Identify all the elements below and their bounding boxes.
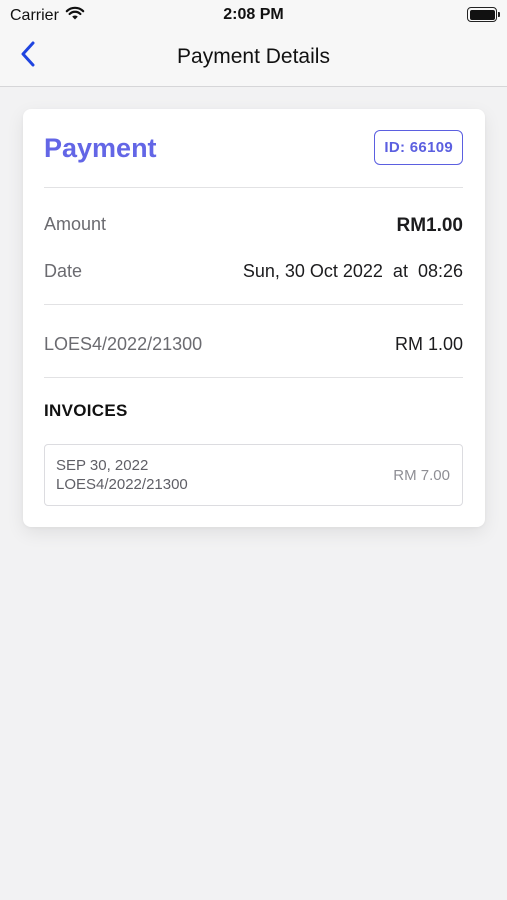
payment-card: Payment ID: 66109 Amount RM1.00 Date Sun…	[23, 109, 485, 527]
divider	[44, 377, 463, 378]
payment-reference-amount: RM 1.00	[394, 334, 463, 354]
payment-id-badge: ID: 66109	[374, 130, 463, 165]
invoices-heading: INVOICES	[44, 401, 128, 420]
page-title: Payment Details	[177, 45, 330, 68]
payment-title: Payment	[44, 133, 157, 163]
date-value: Sun, 30 Oct 2022 at 08:26	[242, 261, 463, 281]
amount-value: RM1.00	[396, 215, 463, 236]
divider	[44, 304, 463, 305]
invoice-reference: LOES4/2022/21300	[56, 476, 188, 493]
invoice-date: SEP 30, 2022	[56, 457, 149, 474]
status-bar: Carrier 2:08 PM	[0, 0, 507, 30]
payment-reference: LOES4/2022/21300	[44, 334, 203, 354]
divider	[44, 187, 463, 188]
amount-label: Amount	[44, 214, 107, 234]
date-label: Date	[44, 261, 83, 281]
status-time: 2:08 PM	[223, 6, 284, 23]
navigation-bar: Payment Details	[0, 30, 507, 87]
invoice-list-item[interactable]: SEP 30, 2022 LOES4/2022/21300 RM 7.00	[44, 444, 463, 506]
battery-icon	[467, 7, 500, 22]
invoice-amount: RM 7.00	[393, 467, 450, 484]
